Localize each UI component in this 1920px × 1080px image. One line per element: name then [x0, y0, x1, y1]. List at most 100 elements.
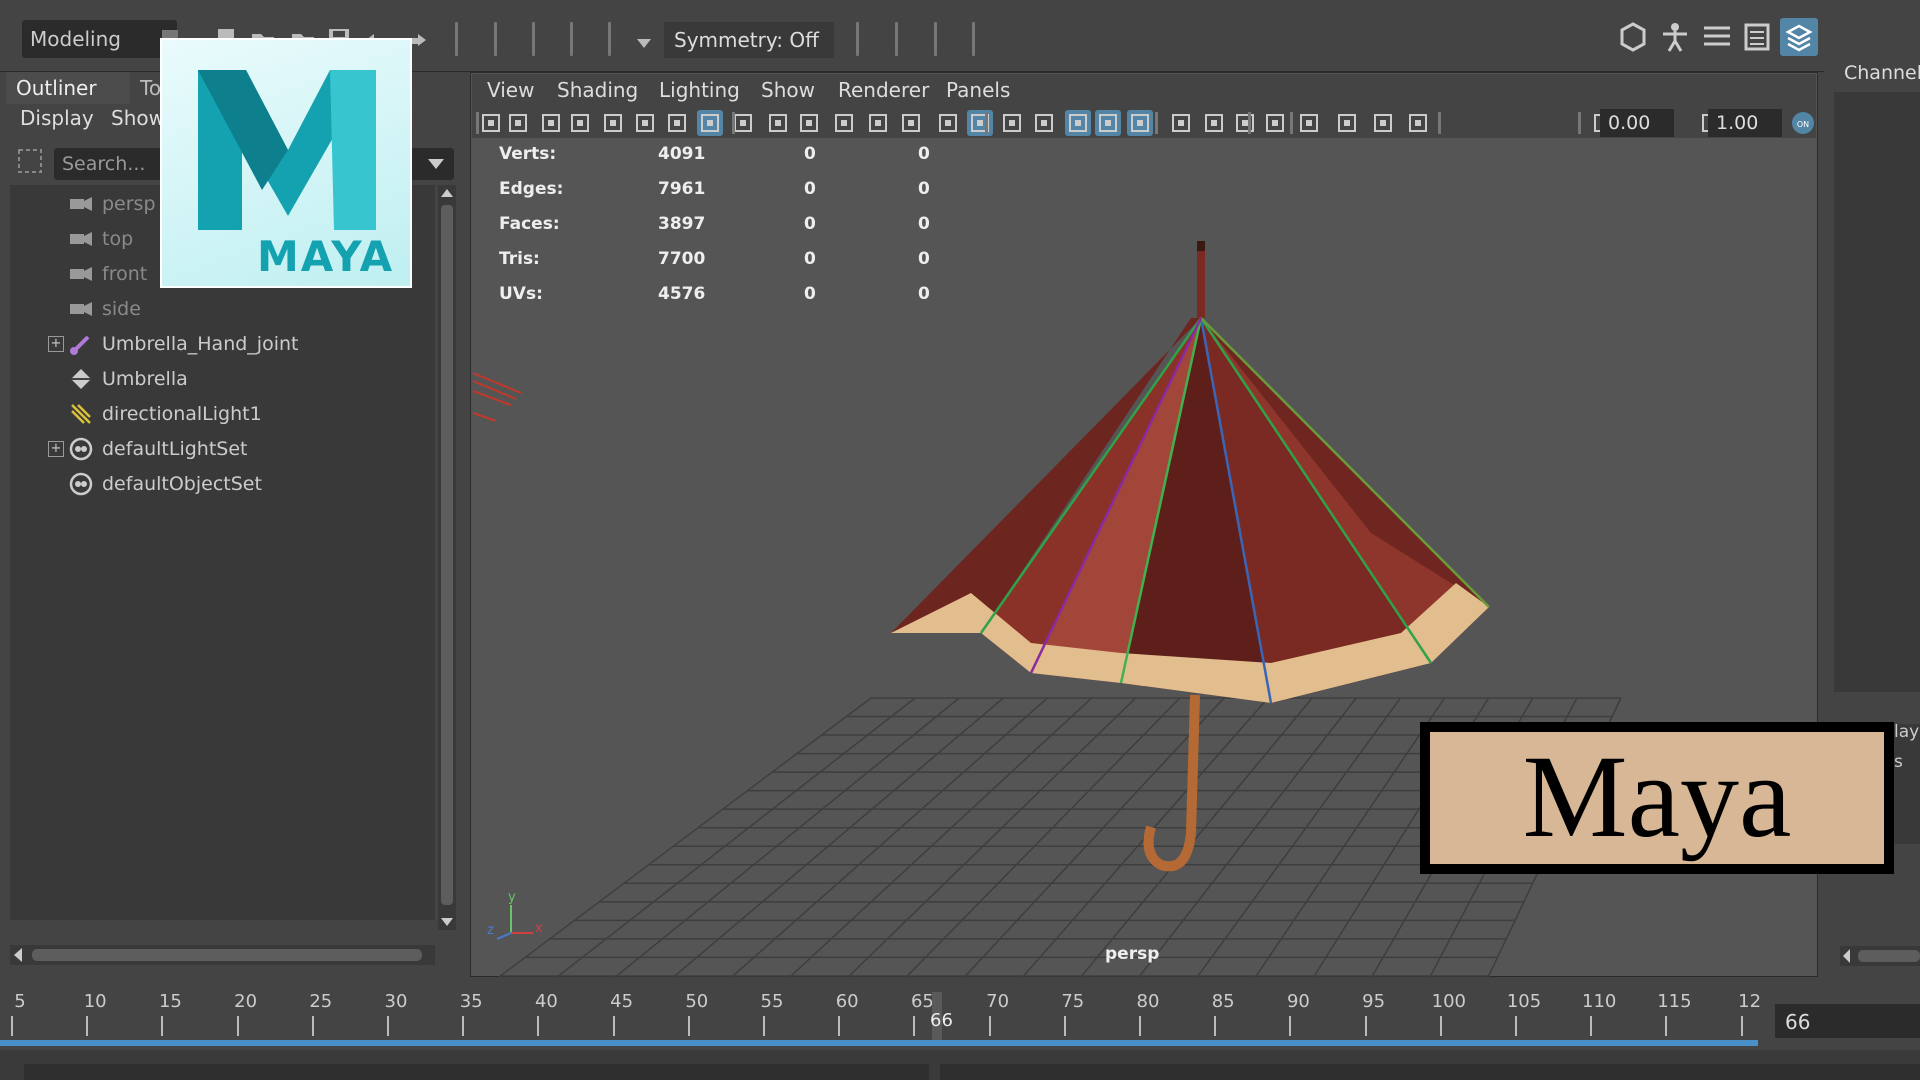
expand-icon[interactable]: +: [48, 336, 64, 352]
viewport-menu-show[interactable]: Show: [761, 78, 815, 102]
depth-of-field-icon[interactable]: [1262, 110, 1288, 136]
timeline-tick: [462, 1016, 465, 1036]
svg-text:ON: ON: [1797, 120, 1809, 129]
range-slider[interactable]: [0, 1050, 1920, 1080]
hud-stat-value: 0: [804, 284, 816, 304]
search-options-dropdown-icon[interactable]: [428, 156, 444, 169]
timeline-tick-label: 110: [1582, 991, 1617, 1012]
viewport-menu-panels[interactable]: Panels: [946, 78, 1010, 102]
timeline-tick: [1439, 1016, 1442, 1036]
field-chart-icon[interactable]: [831, 110, 857, 136]
grease-pencil-icon[interactable]: [664, 110, 690, 136]
viewport-menu-renderer[interactable]: Renderer: [838, 78, 929, 102]
lock-camera-icon[interactable]: [505, 110, 531, 136]
outliner-item[interactable]: side: [10, 292, 435, 326]
directional-light-manipulator: [472, 372, 522, 422]
screen-space-ao-icon[interactable]: [1168, 110, 1194, 136]
gamma-field[interactable]: 1.00: [1708, 109, 1782, 137]
axis-indicator: [496, 905, 533, 940]
modeling-toolkit-icon[interactable]: [1616, 20, 1650, 54]
viewport-menu-view[interactable]: View: [487, 78, 534, 102]
outliner-item[interactable]: defaultObjectSet: [10, 467, 435, 501]
mode-selector[interactable]: Modeling: [22, 20, 177, 58]
anti-aliasing-icon[interactable]: [1232, 110, 1258, 136]
expand-icon[interactable]: +: [48, 441, 64, 457]
outliner-menu-display[interactable]: Display: [20, 106, 94, 130]
timeline-tick-label: 50: [685, 991, 709, 1012]
image-plane-icon[interactable]: [600, 110, 626, 136]
outliner-item-label: Umbrella_Hand_joint: [102, 333, 299, 355]
toolbar-separator: [985, 112, 988, 134]
current-frame-field[interactable]: 66: [1775, 1004, 1920, 1038]
exposure-field[interactable]: 0.00: [1600, 109, 1674, 137]
camera-icon: [68, 296, 94, 322]
channel-box-title[interactable]: Channel: [1844, 62, 1920, 84]
shadows-icon[interactable]: [1127, 110, 1153, 136]
safe-title-icon[interactable]: [898, 110, 924, 136]
channel-scrollbar[interactable]: [1840, 946, 1920, 966]
outliner-item-label: persp: [102, 193, 156, 215]
outliner-item[interactable]: + Umbrella_Hand_joint: [10, 327, 435, 361]
select-icon[interactable]: [16, 147, 44, 175]
isolate-select-icon[interactable]: [1296, 110, 1322, 136]
gate-mask-icon[interactable]: [796, 110, 822, 136]
camera-attributes-icon[interactable]: [538, 110, 564, 136]
two-d-pan-icon[interactable]: [632, 110, 658, 136]
attribute-editor-icon[interactable]: [1700, 20, 1734, 54]
timeline-tick-label: 30: [384, 991, 408, 1012]
outliner-menu-show[interactable]: Show: [111, 106, 165, 130]
timeline-tick: [988, 1016, 991, 1036]
wireframe-on-shaded-icon[interactable]: [1031, 110, 1057, 136]
time-slider[interactable]: [0, 980, 1920, 1040]
outliner-item-label: defaultLightSet: [102, 438, 248, 460]
timeline-tick-label: 65: [910, 991, 934, 1012]
hud-stat-value: 0: [918, 214, 930, 234]
banner-text: Maya: [1522, 731, 1792, 862]
timeline-tick-label: 35: [459, 991, 483, 1012]
textured-icon[interactable]: [1065, 110, 1091, 136]
timeline-tick: [86, 1016, 89, 1036]
use-all-lights-icon[interactable]: [1095, 110, 1121, 136]
color-management-toggle-icon[interactable]: ON: [1790, 110, 1816, 136]
grid-icon[interactable]: [697, 110, 723, 136]
wireframe-icon[interactable]: [935, 110, 961, 136]
motion-blur-icon[interactable]: [1201, 110, 1227, 136]
toolbar-separator: [1290, 112, 1293, 134]
timeline-tick-label: 85: [1211, 991, 1235, 1012]
camera-name-label: persp: [1105, 944, 1160, 964]
timeline-tick: [913, 1016, 916, 1036]
safe-action-icon[interactable]: [865, 110, 891, 136]
tab-outliner[interactable]: Outliner: [6, 72, 130, 104]
hud-stat-label: Verts:: [499, 144, 557, 164]
timeline-tick-label: 55: [760, 991, 784, 1012]
outliner-item[interactable]: directionalLight1: [10, 397, 435, 431]
channel-box-layer-editor-icon[interactable]: [1780, 18, 1818, 56]
resolution-gate-icon[interactable]: [765, 110, 791, 136]
smooth-shade-icon[interactable]: [967, 110, 993, 136]
timeline-tick-label: 100: [1431, 991, 1466, 1012]
xray-joints-icon[interactable]: [1370, 110, 1396, 136]
bookmark-icon[interactable]: [567, 110, 593, 136]
select-camera-icon[interactable]: [478, 110, 504, 136]
viewport-menu-lighting[interactable]: Lighting: [659, 78, 740, 102]
timeline-tick: [1139, 1016, 1141, 1036]
outliner-item[interactable]: Umbrella: [10, 362, 435, 396]
viewport-menu-shading[interactable]: Shading: [557, 78, 638, 102]
hud-stat-value: 0: [918, 284, 930, 304]
timeline-tick-label: 12: [1738, 991, 1762, 1012]
default-material-icon[interactable]: [999, 110, 1025, 136]
set-icon: [68, 471, 94, 497]
tool-settings-icon[interactable]: [1740, 20, 1774, 54]
outliner-vertical-scrollbar[interactable]: [438, 185, 456, 930]
outliner-item[interactable]: + defaultLightSet: [10, 432, 435, 466]
human-ik-icon[interactable]: [1658, 20, 1692, 54]
hud-stat-value: 0: [804, 179, 816, 199]
timeline-tick: [1665, 1016, 1668, 1036]
outliner-horizontal-scrollbar[interactable]: [10, 945, 435, 965]
symmetry-selector[interactable]: Symmetry: Off: [664, 22, 834, 58]
xray-icon[interactable]: [1334, 110, 1360, 136]
xray-components-icon[interactable]: [1405, 110, 1431, 136]
timeline-tick: [1063, 1016, 1066, 1036]
axis-x-label: x: [535, 921, 543, 936]
symmetry-dropdown-icon[interactable]: [637, 34, 651, 48]
